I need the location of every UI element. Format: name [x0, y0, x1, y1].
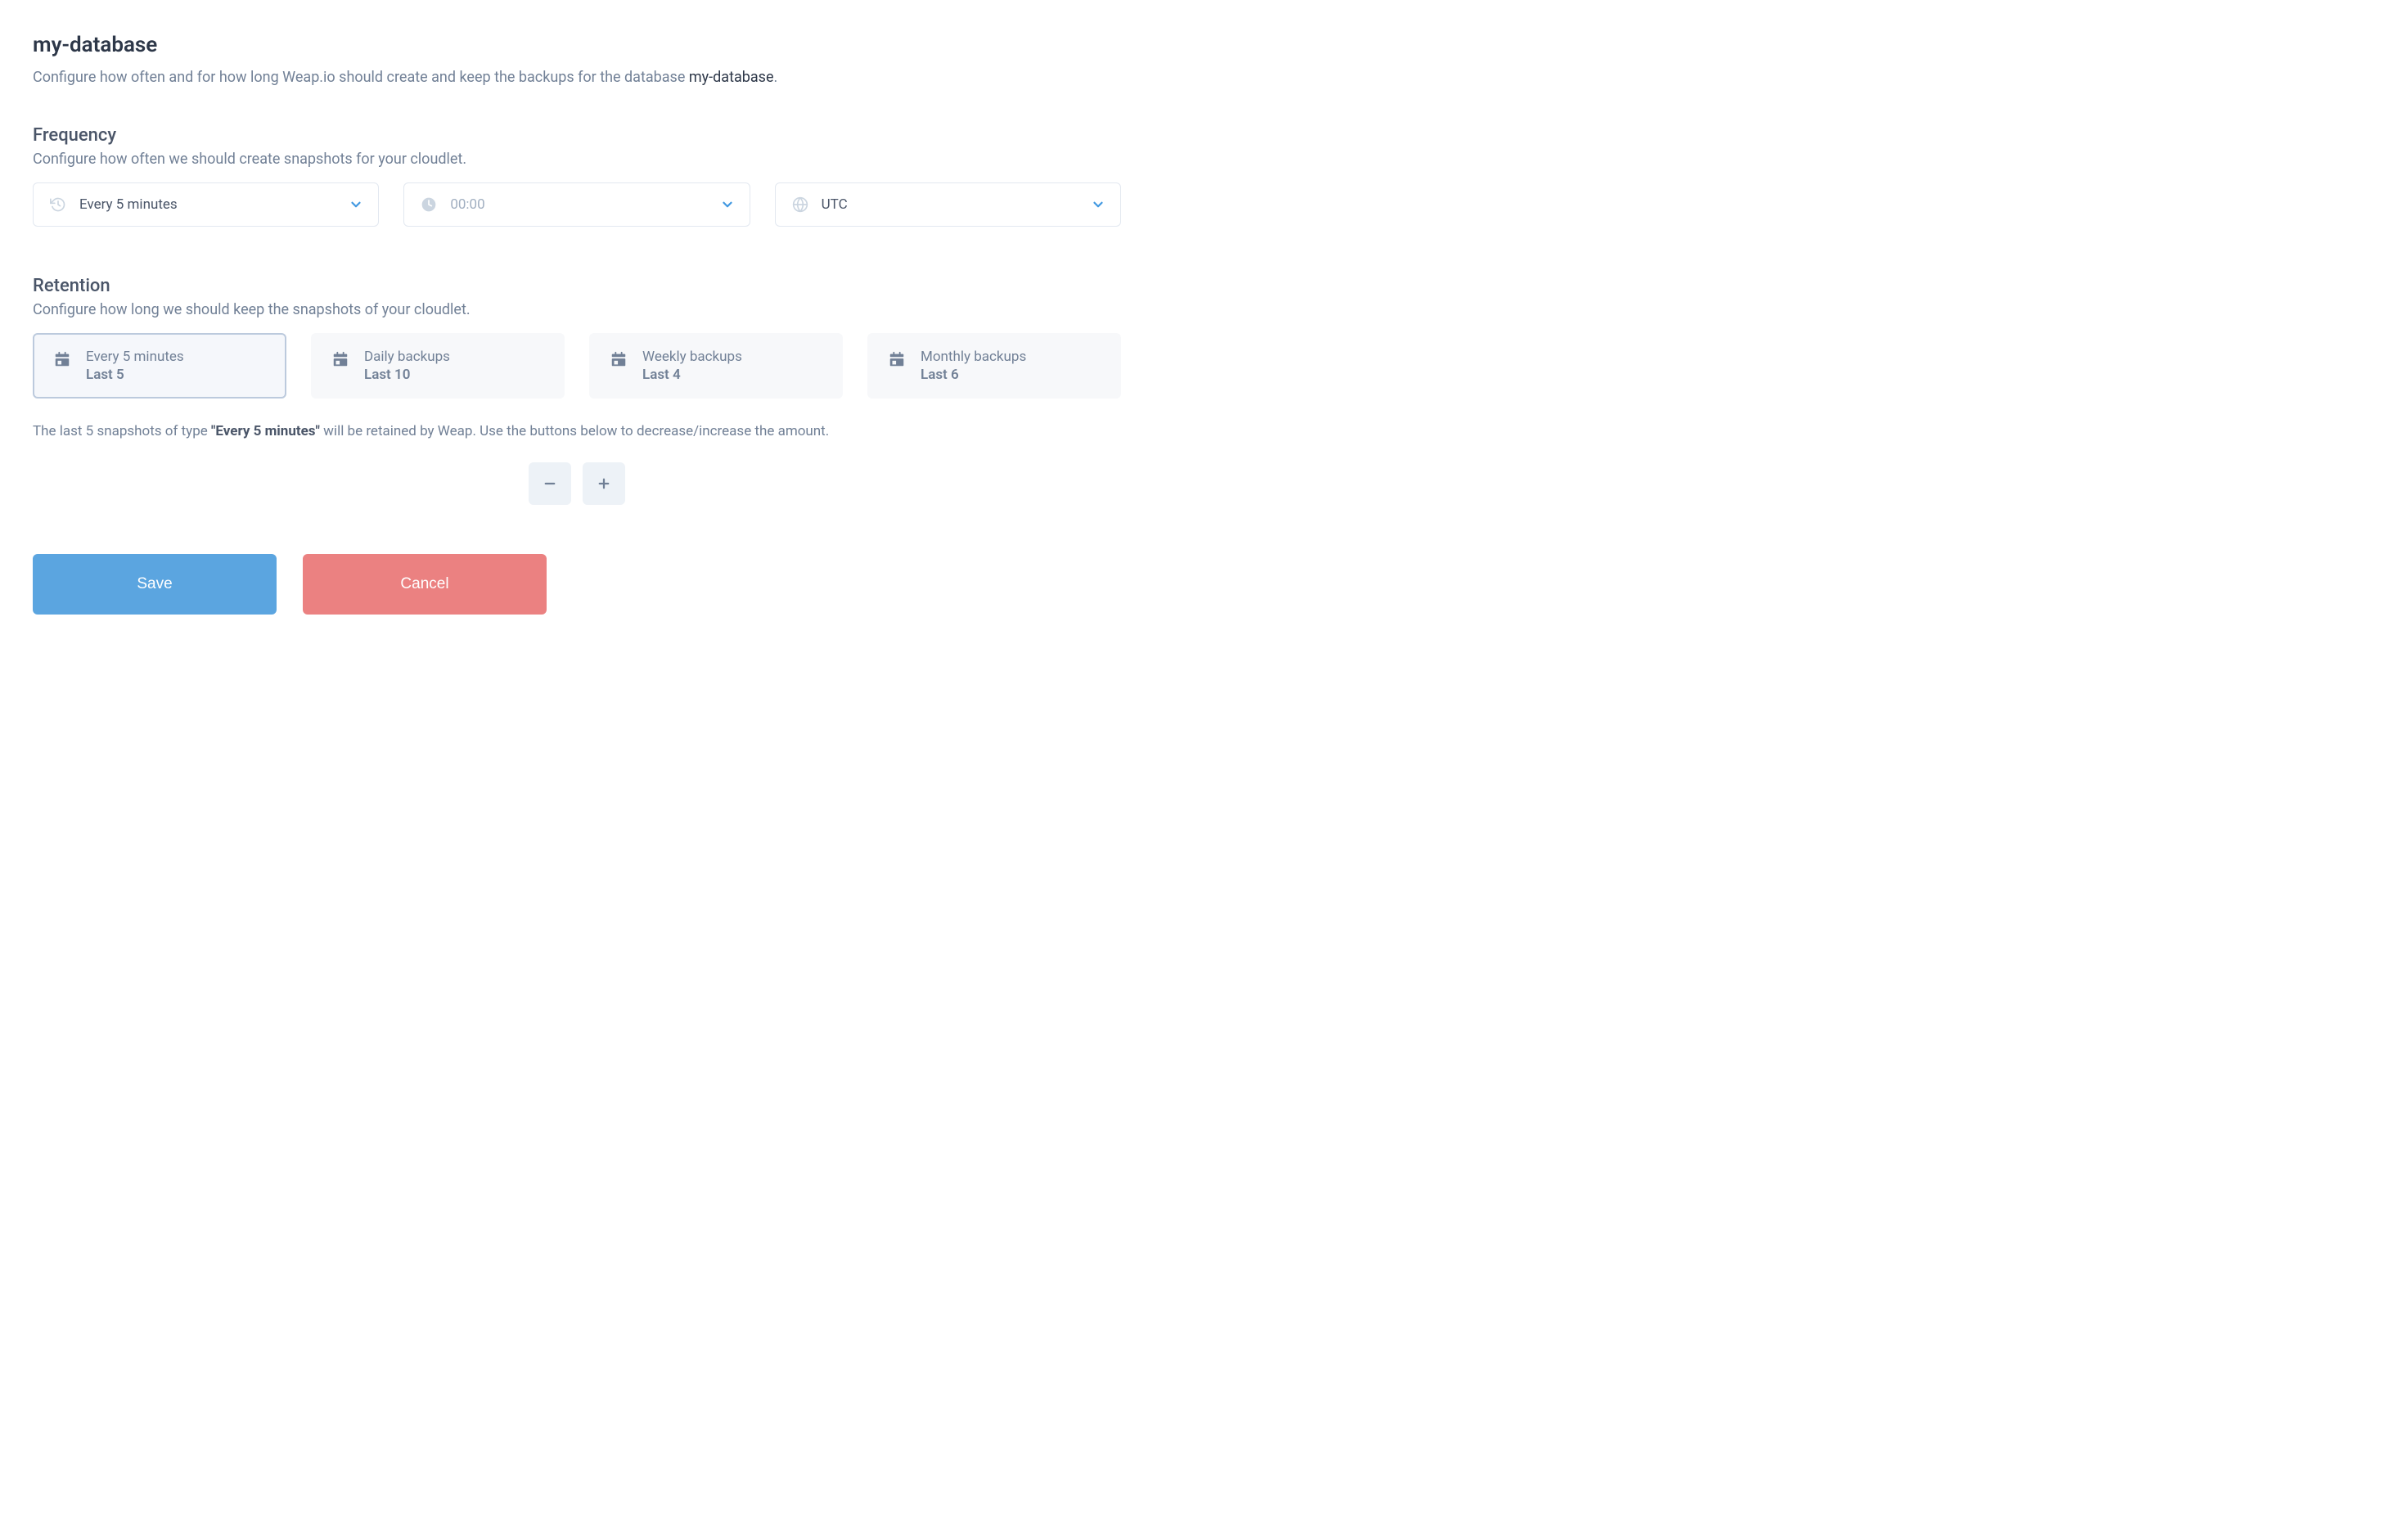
retention-card-every-5-minutes[interactable]: Every 5 minutes Last 5: [33, 333, 286, 399]
retention-stepper: [33, 462, 1121, 505]
chevron-down-icon: [720, 197, 735, 212]
increase-button[interactable]: [583, 462, 625, 505]
retention-card-title: Every 5 minutes: [86, 349, 184, 365]
page-title: my-database: [33, 33, 1121, 57]
minus-icon: [543, 476, 557, 491]
retention-card-sub: Last 4: [642, 367, 742, 383]
cancel-button[interactable]: Cancel: [303, 554, 547, 615]
page-description-strong: my-database: [689, 69, 774, 86]
retention-info-strong: "Every 5 minutes": [211, 423, 320, 439]
save-button[interactable]: Save: [33, 554, 277, 615]
frequency-title: Frequency: [33, 125, 1121, 146]
calendar-icon: [610, 350, 628, 368]
retention-cards: Every 5 minutes Last 5 Daily backups Las…: [33, 333, 1121, 399]
retention-title: Retention: [33, 276, 1121, 296]
frequency-row: Every 5 minutes 00:00: [33, 182, 1121, 227]
retention-card-title: Weekly backups: [642, 349, 742, 365]
retention-info: The last 5 snapshots of type "Every 5 mi…: [33, 423, 1121, 439]
action-buttons: Save Cancel: [33, 554, 1121, 615]
frequency-timezone-value: UTC: [822, 196, 848, 213]
frequency-timezone-select[interactable]: UTC: [775, 182, 1121, 227]
globe-icon: [790, 195, 810, 214]
retention-card-sub: Last 10: [364, 367, 450, 383]
retention-description: Configure how long we should keep the sn…: [33, 301, 1121, 318]
calendar-icon: [888, 350, 906, 368]
page-description-text: Configure how often and for how long Wea…: [33, 69, 689, 86]
retention-info-suffix: will be retained by Weap. Use the button…: [320, 423, 829, 439]
retention-card-title: Daily backups: [364, 349, 450, 365]
retention-card-weekly[interactable]: Weekly backups Last 4: [589, 333, 843, 399]
retention-card-title: Monthly backups: [921, 349, 1026, 365]
retention-info-prefix: The last 5 snapshots of type: [33, 423, 211, 439]
retention-card-daily[interactable]: Daily backups Last 10: [311, 333, 565, 399]
history-icon: [48, 195, 68, 214]
calendar-icon: [53, 350, 71, 368]
plus-icon: [597, 476, 611, 491]
retention-card-monthly[interactable]: Monthly backups Last 6: [867, 333, 1121, 399]
chevron-down-icon: [349, 197, 363, 212]
calendar-icon: [331, 350, 349, 368]
clock-icon: [419, 195, 439, 214]
frequency-description: Configure how often we should create sna…: [33, 151, 1121, 168]
frequency-interval-value: Every 5 minutes: [79, 196, 178, 213]
page-description-suffix: .: [774, 69, 778, 86]
frequency-interval-select[interactable]: Every 5 minutes: [33, 182, 379, 227]
chevron-down-icon: [1091, 197, 1105, 212]
decrease-button[interactable]: [529, 462, 571, 505]
retention-card-sub: Last 5: [86, 367, 184, 383]
page-description: Configure how often and for how long Wea…: [33, 69, 1121, 86]
frequency-time-select[interactable]: 00:00: [403, 182, 750, 227]
retention-card-sub: Last 6: [921, 367, 1026, 383]
frequency-time-value: 00:00: [450, 196, 484, 213]
